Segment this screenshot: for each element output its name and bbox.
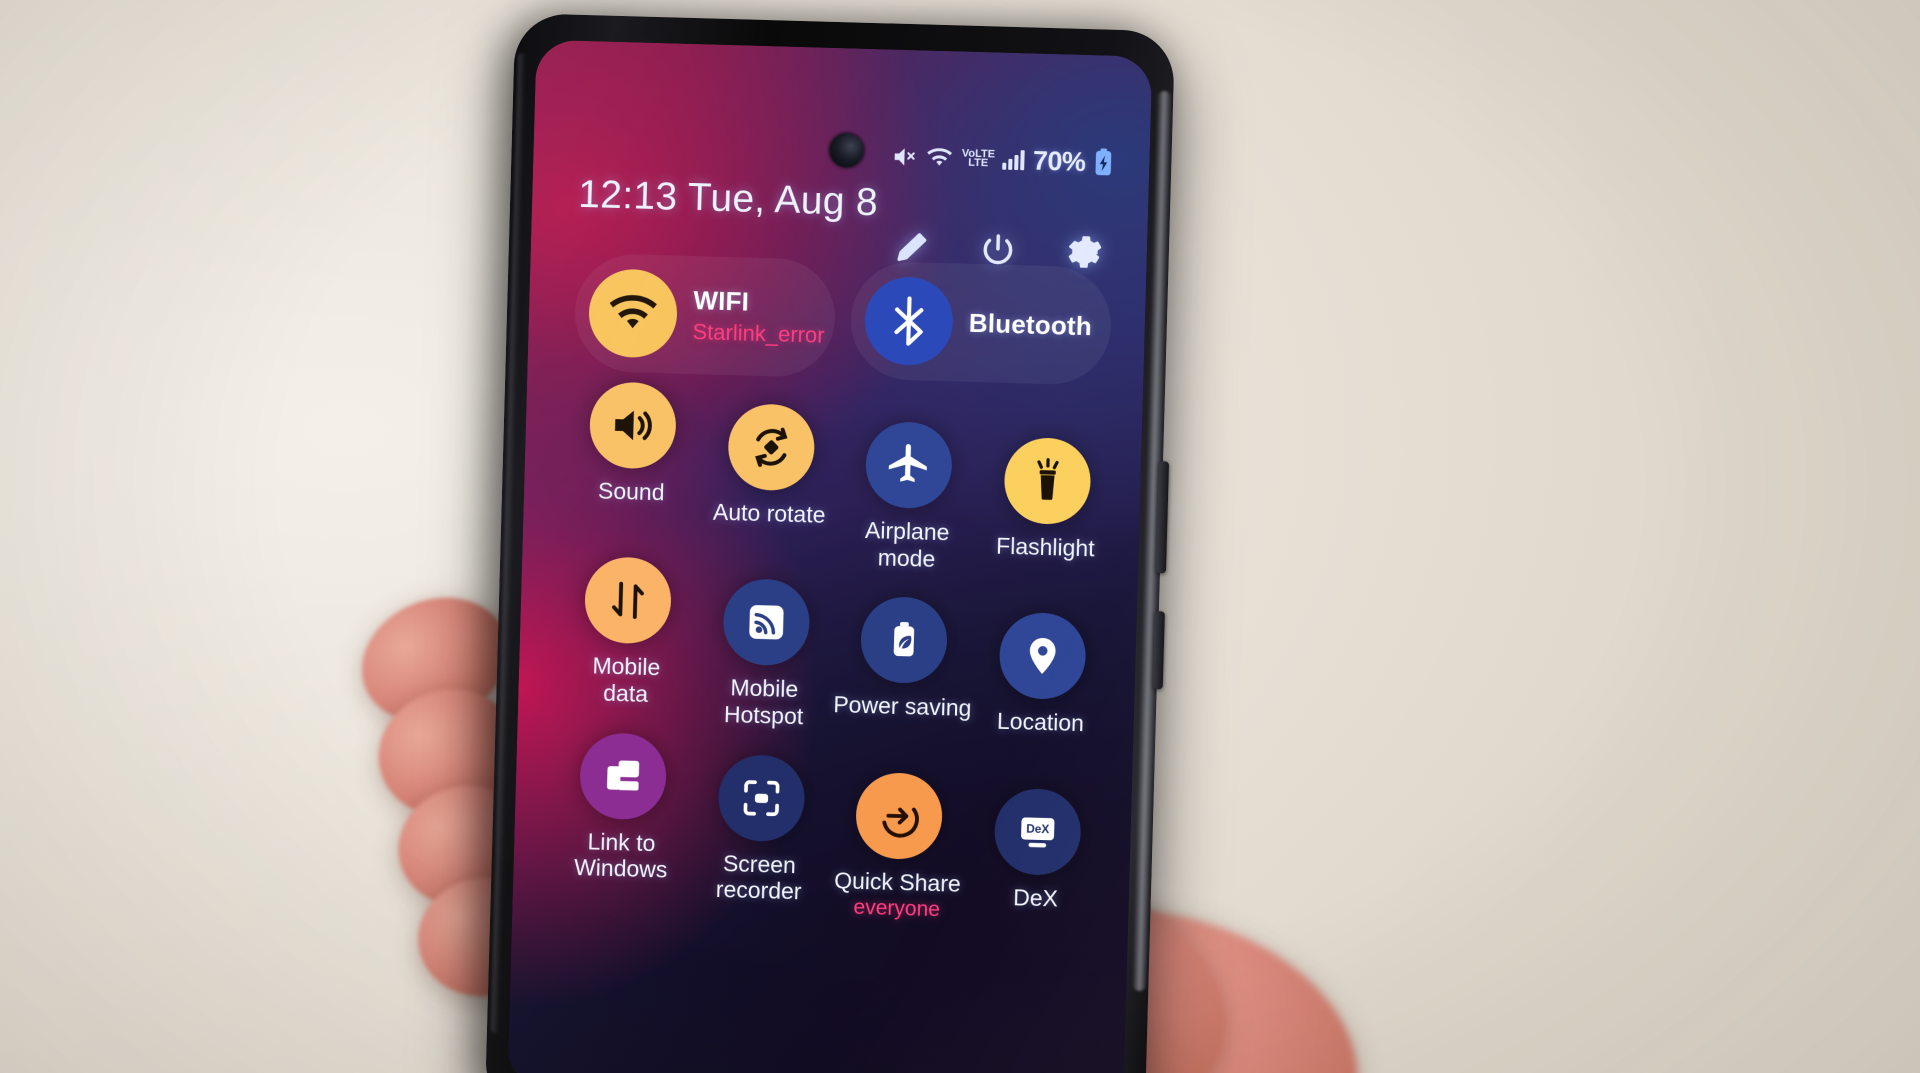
wifi-tile[interactable]: WIFI Starlink_error — [573, 252, 837, 379]
flashlight-icon — [1003, 436, 1092, 526]
mute-icon — [891, 144, 918, 171]
signal-bars-icon — [1002, 150, 1026, 171]
connectivity-pill-row: WIFI Starlink_error Bluetooth — [573, 252, 1113, 386]
toggle-label: Sound — [597, 477, 665, 506]
bluetooth-tile-icon — [863, 275, 955, 367]
airplane-icon — [864, 420, 954, 510]
toggle-label: DeX — [1012, 883, 1059, 912]
settings-gear-icon[interactable] — [1062, 230, 1105, 273]
toggle-quick-share[interactable]: Quick Share everyone — [827, 771, 970, 924]
bluetooth-tile[interactable]: Bluetooth — [849, 260, 1113, 386]
toggle-label: Airplane mode — [864, 516, 950, 572]
auto-rotate-icon — [726, 403, 816, 492]
toggle-label: Mobile data — [592, 652, 661, 707]
phone-device: VoLTE LTE 70% 12:13 Tue, Aug 8 WIFI Star… — [484, 12, 1176, 1073]
volte-icon: VoLTE LTE — [961, 147, 996, 170]
toggle-airplane-mode[interactable]: Airplane mode — [837, 420, 980, 573]
power-side-button[interactable] — [1152, 611, 1165, 690]
photo-scene: VoLTE LTE 70% 12:13 Tue, Aug 8 WIFI Star… — [0, 0, 1920, 1073]
screen-recorder-icon — [717, 753, 806, 843]
header-actions — [890, 226, 1105, 274]
bluetooth-tile-title: Bluetooth — [968, 307, 1093, 341]
toggle-power-saving[interactable]: Power saving — [832, 596, 975, 749]
toggle-sublabel: everyone — [853, 896, 941, 922]
toggle-sound[interactable]: Sound — [561, 381, 704, 534]
phone-screen: VoLTE LTE 70% 12:13 Tue, Aug 8 WIFI Star… — [507, 39, 1153, 1073]
link-to-windows-icon — [579, 731, 668, 821]
edit-pencil-icon[interactable] — [890, 226, 933, 269]
wifi-tile-icon — [587, 268, 679, 359]
toggle-flashlight[interactable]: Flashlight — [975, 436, 1118, 589]
hotspot-icon — [721, 578, 811, 667]
toggle-label: Link to Windows — [573, 828, 668, 883]
toggle-label: Flashlight — [995, 532, 1095, 562]
battery-leaf-icon — [860, 596, 949, 685]
power-icon[interactable] — [976, 228, 1019, 271]
toggle-label: Auto rotate — [712, 498, 826, 528]
toggle-mobile-data[interactable]: Mobile data — [556, 556, 699, 709]
toggle-mobile-hotspot[interactable]: Mobile Hotspot — [694, 578, 837, 731]
toggle-label: Location — [996, 708, 1085, 737]
location-pin-icon — [998, 612, 1087, 701]
volume-icon — [588, 381, 678, 470]
wifi-icon — [925, 147, 954, 170]
mobile-data-icon — [584, 556, 673, 645]
wifi-tile-subtitle: Starlink_error — [692, 319, 825, 348]
toggle-screen-recorder[interactable]: Screen recorder — [689, 753, 832, 906]
battery-charging-icon — [1093, 148, 1114, 177]
toggle-auto-rotate[interactable]: Auto rotate — [699, 402, 842, 555]
clock-row: 12:13 Tue, Aug 8 — [578, 173, 879, 225]
svg-text:DeX: DeX — [1026, 821, 1050, 836]
battery-percent-label: 70% — [1032, 145, 1086, 177]
toggle-location[interactable]: Location — [970, 611, 1113, 764]
quick-share-icon — [855, 771, 944, 860]
clock-label: 12:13 Tue, Aug 8 — [577, 172, 879, 225]
dex-icon: DeX — [993, 787, 1082, 876]
toggle-link-to-windows[interactable]: Link to Windows — [551, 731, 694, 884]
toggle-label: Power saving — [833, 691, 972, 722]
toggle-label: Mobile Hotspot — [723, 674, 804, 730]
bluetooth-tile-text: Bluetooth — [968, 307, 1092, 341]
quick-settings-grid: Sound Auto rotate Airplane mode Flashlig… — [551, 381, 1119, 922]
volume-button[interactable] — [1155, 461, 1170, 574]
toggle-label: Screen recorder — [715, 849, 802, 905]
toggle-label: Quick Share — [833, 866, 962, 897]
wifi-tile-text: WIFI Starlink_error — [692, 285, 826, 349]
toggle-dex[interactable]: DeX DeX — [965, 787, 1108, 940]
wifi-tile-title: WIFI — [692, 285, 750, 317]
